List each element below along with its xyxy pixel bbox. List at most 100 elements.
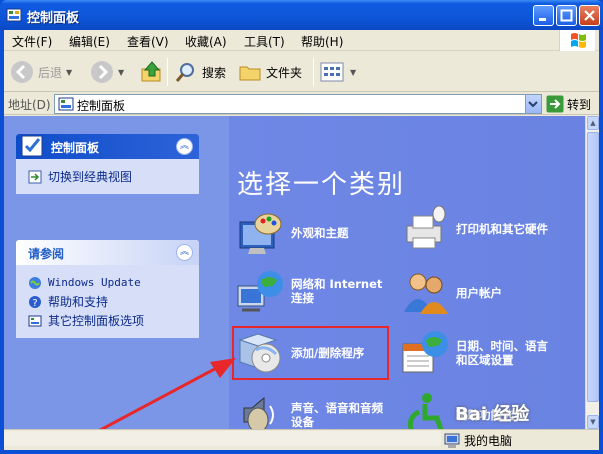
date-time-icon xyxy=(402,331,448,373)
folders-label: 文件夹 xyxy=(266,65,303,80)
back-arrow-icon xyxy=(11,61,33,83)
see-also-header[interactable]: 请参阅 ︽ xyxy=(16,240,199,265)
category-appearance[interactable]: 外观和主题 xyxy=(236,208,391,258)
address-dropdown-button[interactable] xyxy=(525,95,541,113)
help-support-link[interactable]: ? 帮助和支持 xyxy=(28,292,199,311)
control-panel-task-header[interactable]: 控制面板 ︽ xyxy=(16,134,199,159)
control-panel-small-icon xyxy=(58,97,74,111)
windows-flag-icon xyxy=(571,33,586,48)
category-printers-label: 打印机和其它硬件 xyxy=(456,222,548,236)
control-panel-check-icon xyxy=(21,135,43,157)
search-label: 搜索 xyxy=(202,65,227,80)
content-area: 控制面板 ︽ 切换到经典视图 请参阅 ︽ Windows Update ? 帮助… xyxy=(4,116,585,429)
up-folder-button[interactable] xyxy=(140,58,164,86)
windows-update-label: Windows Update xyxy=(48,276,141,289)
up-folder-icon xyxy=(141,61,161,82)
watermark: Bai 经验 xyxy=(455,404,530,425)
status-bar: 我的电脑 xyxy=(4,429,599,450)
category-date-time[interactable]: 日期、时间、语言和区域设置 xyxy=(401,328,556,378)
scroll-down-icon[interactable]: ▼ xyxy=(587,415,599,429)
collapse-icon[interactable]: ︽ xyxy=(176,244,193,261)
category-sound[interactable]: 声音、语音和音频设备 xyxy=(236,390,391,429)
search-button[interactable]: 搜索 xyxy=(174,58,226,86)
category-date-time-label: 日期、时间、语言和区域设置 xyxy=(456,339,548,367)
maximize-button[interactable] xyxy=(556,5,577,26)
category-sound-label: 声音、语音和音频设备 xyxy=(291,401,383,429)
control-panel-icon xyxy=(6,8,22,22)
collapse-icon[interactable]: ︽ xyxy=(176,138,193,155)
close-button[interactable] xyxy=(579,5,600,26)
menu-tools[interactable]: 工具(T) xyxy=(244,33,285,50)
menu-bar: 文件(F) 编辑(E) 查看(V) 收藏(A) 工具(T) 帮助(H) xyxy=(4,30,599,51)
back-button[interactable]: 后退 ▼ xyxy=(10,58,72,86)
category-network[interactable]: 网络和 Internet 连接 xyxy=(236,266,391,316)
forward-button[interactable]: ▼ xyxy=(90,58,124,86)
windows-update-link[interactable]: Windows Update xyxy=(28,273,199,292)
forward-dropdown-icon[interactable]: ▼ xyxy=(118,68,124,77)
window: 控制面板 文件(F) 编辑(E) 查看(V) 收藏(A) 工具(T) 帮助(H) xyxy=(0,0,603,454)
my-computer-label: 我的电脑 xyxy=(464,434,513,448)
appearance-icon xyxy=(239,213,282,254)
scroll-up-icon[interactable]: ▲ xyxy=(587,116,599,130)
window-title: 控制面板 xyxy=(27,11,80,26)
category-printers[interactable]: 打印机和其它硬件 xyxy=(401,204,556,254)
menu-view[interactable]: 查看(V) xyxy=(127,33,169,50)
see-also-title: 请参阅 xyxy=(28,247,65,261)
address-value: 控制面板 xyxy=(77,99,126,113)
back-dropdown-icon[interactable]: ▼ xyxy=(66,68,72,77)
minimize-icon xyxy=(539,18,546,21)
scrollbar-thumb[interactable] xyxy=(587,132,599,402)
help-icon: ? xyxy=(29,295,41,309)
window-client: 文件(F) 编辑(E) 查看(V) 收藏(A) 工具(T) 帮助(H) 后退 ▼ xyxy=(4,30,599,450)
horizontal-scrollbar[interactable] xyxy=(4,431,441,446)
views-dropdown-icon[interactable]: ▼ xyxy=(350,68,356,77)
search-icon xyxy=(175,63,194,82)
network-icon xyxy=(237,271,283,312)
menu-edit[interactable]: 编辑(E) xyxy=(69,33,110,50)
control-panel-task-title: 控制面板 xyxy=(51,141,100,155)
highlight-box xyxy=(232,326,389,380)
other-options-link[interactable]: 其它控制面板选项 xyxy=(28,311,199,330)
back-label: 后退 xyxy=(38,65,63,80)
address-input[interactable]: 控制面板 xyxy=(54,94,542,114)
forward-arrow-icon xyxy=(91,61,113,83)
switch-classic-view-link[interactable]: 切换到经典视图 xyxy=(28,167,199,186)
windows-logo xyxy=(559,30,595,51)
printer-icon xyxy=(406,205,446,249)
go-button[interactable]: 转到 xyxy=(546,94,591,114)
address-label: 地址(D) xyxy=(8,98,51,112)
control-panel-task-body: 切换到经典视图 xyxy=(16,159,199,194)
address-bar: 地址(D) 控制面板 转到 xyxy=(4,93,599,115)
folders-icon xyxy=(239,66,261,81)
title-bar[interactable]: 控制面板 xyxy=(0,0,603,30)
classic-view-icon xyxy=(28,170,42,183)
chevron-down-icon xyxy=(528,101,538,108)
category-appearance-label: 外观和主题 xyxy=(291,226,349,240)
users-icon xyxy=(404,273,448,314)
toolbar: 后退 ▼ ▼ 搜索 文件夹 ▼ xyxy=(4,52,599,92)
page-heading: 选择一个类别 xyxy=(237,170,406,200)
go-label: 转到 xyxy=(567,97,592,112)
category-network-label: 网络和 Internet 连接 xyxy=(291,277,383,305)
category-users-label: 用户帐户 xyxy=(456,286,502,300)
folders-button[interactable]: 文件夹 xyxy=(238,58,302,86)
menu-favorites[interactable]: 收藏(A) xyxy=(185,33,227,50)
see-also-body: Windows Update ? 帮助和支持 其它控制面板选项 xyxy=(16,265,199,338)
accessibility-icon xyxy=(407,393,444,429)
vertical-scrollbar[interactable]: ▲ ▼ xyxy=(585,116,599,429)
svg-text:?: ? xyxy=(32,298,37,309)
maximize-icon xyxy=(560,9,573,22)
control-panel-task-box: 控制面板 ︽ 切换到经典视图 xyxy=(16,134,199,194)
windows-update-icon xyxy=(29,276,41,289)
menu-file[interactable]: 文件(F) xyxy=(12,33,52,50)
annotation-arrow-icon xyxy=(98,358,236,429)
category-users[interactable]: 用户帐户 xyxy=(401,268,556,318)
menu-help[interactable]: 帮助(H) xyxy=(301,33,343,50)
go-arrow-icon xyxy=(546,95,564,113)
other-options-icon xyxy=(28,315,42,326)
see-also-task-box: 请参阅 ︽ Windows Update ? 帮助和支持 其它控制面板选项 xyxy=(16,240,199,338)
views-button[interactable]: ▼ xyxy=(320,58,356,86)
switch-classic-view-label: 切换到经典视图 xyxy=(48,170,133,184)
minimize-button[interactable] xyxy=(533,5,554,26)
status-zone: 我的电脑 xyxy=(444,432,512,449)
